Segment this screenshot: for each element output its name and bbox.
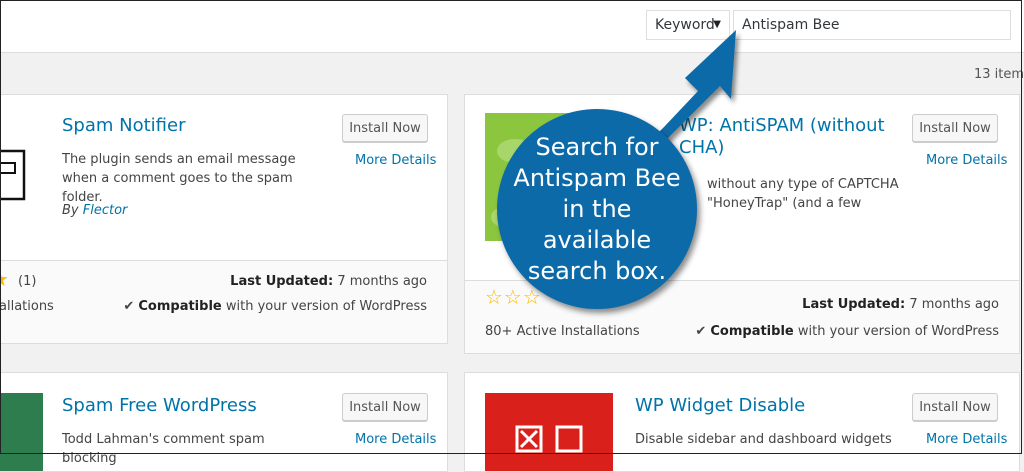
screenshot-border [0, 0, 1022, 454]
